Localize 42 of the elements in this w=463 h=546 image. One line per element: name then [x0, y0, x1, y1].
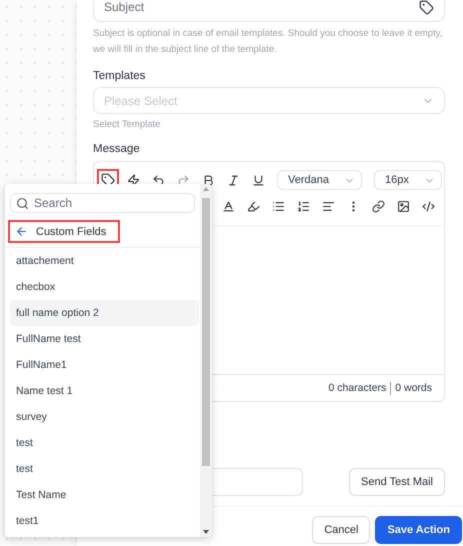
size-select[interactable]: 16px — [374, 170, 442, 190]
message-label: Message — [93, 143, 141, 155]
code-icon[interactable] — [422, 200, 435, 213]
lightning-icon[interactable] — [127, 174, 140, 186]
tag-icon[interactable] — [419, 0, 434, 14]
menu-item[interactable]: FullName test — [10, 326, 199, 352]
bullet-list-icon[interactable] — [272, 200, 285, 213]
character-count: 0 characters — [328, 382, 386, 394]
templates-help-text: Select Template — [93, 118, 162, 132]
menu-item[interactable]: survey — [10, 404, 199, 430]
menu-item[interactable]: checbox — [10, 274, 199, 300]
italic-icon[interactable] — [227, 174, 240, 186]
scrollbar[interactable] — [200, 184, 212, 537]
link-icon[interactable] — [372, 200, 385, 213]
numbered-list-icon[interactable] — [297, 200, 310, 213]
menu-item[interactable]: attachement — [10, 248, 199, 274]
cancel-button[interactable]: Cancel — [312, 516, 370, 544]
subject-help-text: Subject is optional in case of email templates. Should you choose to leave it empty, we will fill in the subject line of the template. — [93, 27, 444, 57]
templates-label: Templates — [93, 70, 146, 82]
font-select[interactable]: Verdana — [277, 170, 362, 190]
bold-icon[interactable] — [202, 174, 215, 186]
menu-item[interactable]: full name option 2 — [10, 300, 199, 326]
image-icon[interactable] — [397, 200, 410, 213]
menu-item[interactable]: Name test 1 — [10, 378, 199, 404]
subject-field[interactable]: Subject — [93, 0, 445, 22]
word-count: 0 words — [395, 382, 432, 394]
custom-fields-back-button[interactable]: Custom Fields — [8, 220, 120, 243]
save-action-button[interactable]: Save Action — [375, 516, 462, 544]
send-test-mail-button[interactable]: Send Test Mail — [349, 468, 445, 496]
menu-item[interactable]: FullName1 — [10, 352, 199, 378]
menu-item[interactable]: test1 — [10, 508, 199, 534]
align-left-icon[interactable] — [322, 200, 335, 213]
menu-item[interactable]: test — [10, 456, 199, 482]
highlighter-icon[interactable] — [247, 200, 260, 213]
menu-item[interactable]: test — [10, 430, 199, 456]
subject-placeholder: Subject — [104, 0, 144, 14]
search-icon — [16, 196, 29, 210]
search-field[interactable]: Search — [10, 193, 195, 213]
text-color-icon[interactable] — [222, 200, 235, 213]
underline-icon[interactable] — [252, 174, 265, 186]
menu-item[interactable]: Test Name — [10, 482, 199, 508]
back-arrow-icon — [15, 225, 28, 238]
